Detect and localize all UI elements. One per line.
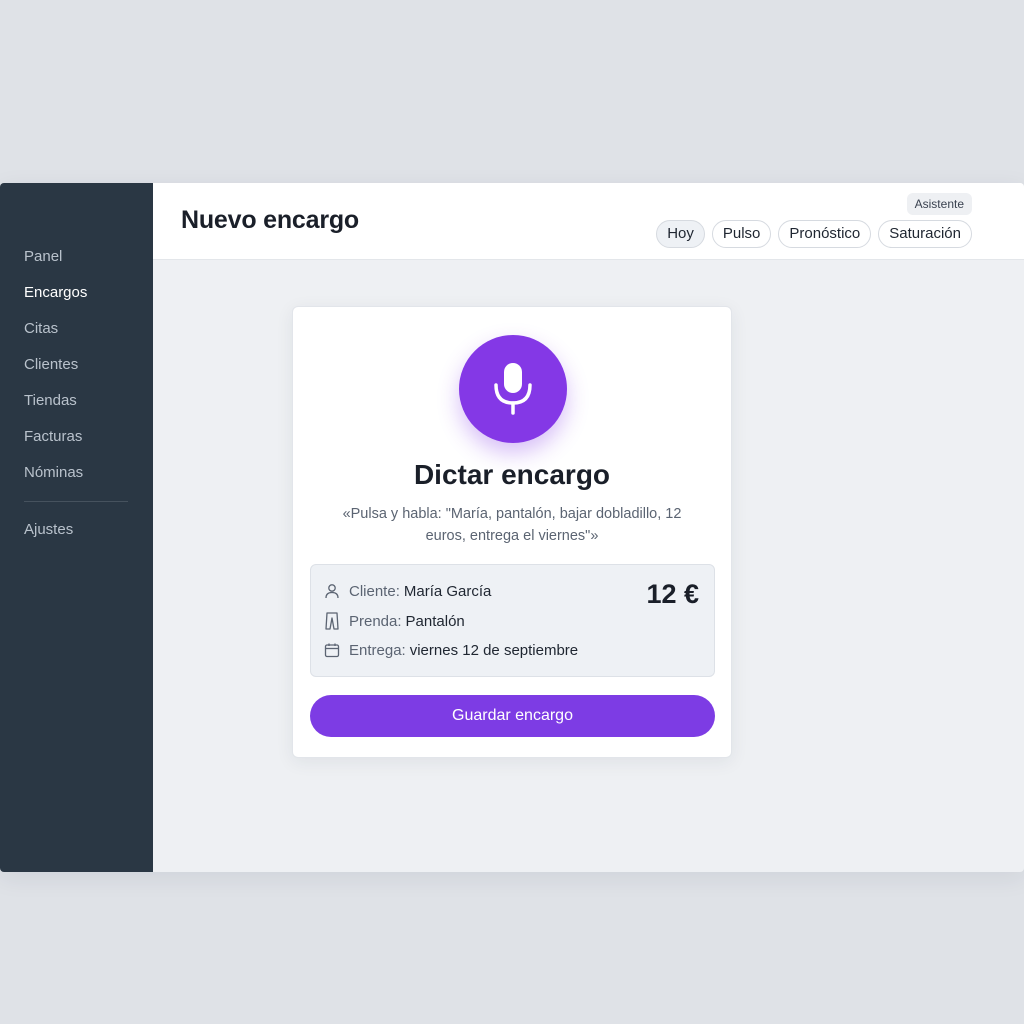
- calendar-icon: [323, 641, 341, 659]
- summary-row-client: Cliente: María García: [323, 581, 491, 601]
- order-price: 12 €: [646, 579, 699, 609]
- sidebar-item-citas[interactable]: Citas: [0, 319, 153, 355]
- client-label: Cliente:: [349, 582, 400, 600]
- tab-pronostico[interactable]: Pronóstico: [778, 220, 872, 248]
- microphone-icon: [494, 363, 532, 415]
- tab-pulso[interactable]: Pulso: [711, 220, 772, 248]
- sidebar: Panel Encargos Citas Clientes Tiendas Fa…: [0, 183, 153, 872]
- app-window: Panel Encargos Citas Clientes Tiendas Fa…: [0, 183, 1024, 872]
- card-title: Dictar encargo: [413, 459, 611, 490]
- tab-saturacion[interactable]: Saturación: [878, 220, 972, 248]
- sidebar-item-clientes[interactable]: Clientes: [0, 355, 153, 391]
- view-tabs: Hoy Pulso Pronóstico Saturación: [656, 220, 972, 248]
- tab-hoy[interactable]: Hoy: [656, 220, 705, 248]
- garment-value: Pantalón: [405, 612, 465, 630]
- page-header: Nuevo encargo Asistente Hoy Pulso Pronós…: [153, 183, 1024, 260]
- summary-row-garment: Prenda: Pantalón: [323, 611, 465, 631]
- user-icon: [323, 582, 341, 600]
- page-title: Nuevo encargo: [181, 206, 360, 234]
- delivery-label: Entrega:: [349, 641, 406, 659]
- main-content: Nuevo encargo Asistente Hoy Pulso Pronós…: [153, 183, 1024, 872]
- assistant-badge[interactable]: Asistente: [906, 193, 972, 215]
- sidebar-item-ajustes[interactable]: Ajustes: [0, 520, 153, 556]
- dictation-hint: «Pulsa y habla: "María, pantalón, bajar …: [342, 506, 682, 544]
- sidebar-item-encargos[interactable]: Encargos: [0, 283, 153, 319]
- order-summary: Cliente: María García Prenda: Pantalón E…: [310, 564, 715, 677]
- client-value: María García: [403, 582, 492, 600]
- dictation-card: Dictar encargo «Pulsa y habla: "María, p…: [292, 306, 732, 758]
- sidebar-item-tiendas[interactable]: Tiendas: [0, 391, 153, 427]
- microphone-button[interactable]: [459, 335, 567, 443]
- summary-row-delivery: Entrega: viernes 12 de septiembre: [323, 640, 578, 660]
- garment-label: Prenda:: [349, 612, 402, 630]
- sidebar-item-nominas[interactable]: Nóminas: [0, 463, 153, 499]
- sidebar-item-facturas[interactable]: Facturas: [0, 427, 153, 463]
- trousers-icon: [323, 612, 341, 630]
- sidebar-divider: [24, 501, 128, 502]
- save-order-button[interactable]: Guardar encargo: [310, 695, 715, 737]
- sidebar-item-panel[interactable]: Panel: [0, 247, 153, 283]
- delivery-value: viernes 12 de septiembre: [409, 641, 579, 659]
